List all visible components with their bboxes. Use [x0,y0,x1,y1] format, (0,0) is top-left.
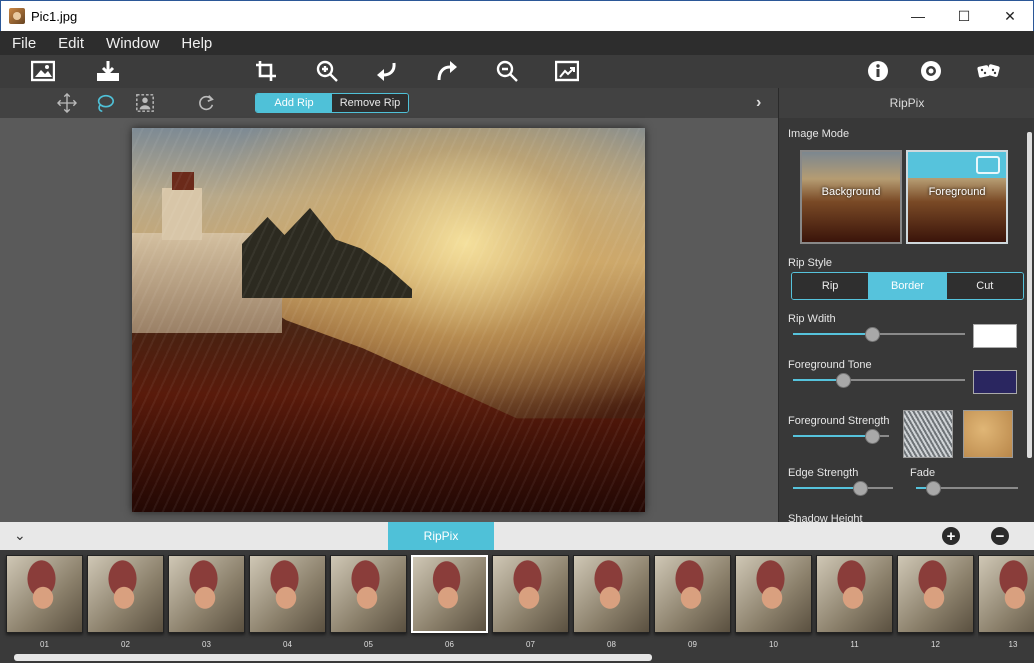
preset-thumbnail[interactable] [735,555,812,633]
slider-knob[interactable] [864,429,880,444]
rip-style-label: Rip Style [788,257,833,269]
bottom-bar: ⌄ RipPix + − [0,522,1034,550]
style-cut-button[interactable]: Cut [946,273,1023,299]
preset-item[interactable]: 03 [168,555,245,653]
foreground-strength-label: Foreground Strength [788,415,890,427]
panel-title: RipPix [779,88,1034,118]
rip-width-label: Rip Wdith [788,313,836,325]
slider-knob[interactable] [926,481,942,496]
random-icon[interactable] [975,59,1003,83]
rip-width-slider[interactable] [793,327,965,342]
preset-thumbnail[interactable] [897,555,974,633]
fade-slider[interactable] [916,481,1018,496]
fit-image-icon[interactable] [553,59,581,83]
rip-mode-toggle: Add Rip Remove Rip [255,93,409,113]
chevron-right-icon[interactable]: › [756,94,761,112]
preset-thumbnail[interactable] [573,555,650,633]
preset-item[interactable]: 13 [978,555,1034,653]
move-icon[interactable] [56,92,78,114]
remove-preset-button[interactable]: − [991,527,1009,545]
preset-thumbnail[interactable] [168,555,245,633]
undo-icon[interactable] [373,59,401,83]
preset-item[interactable]: 10 [735,555,812,653]
mode-foreground[interactable]: Foreground [906,150,1008,244]
rippix-panel: RipPix Image Mode Background Foreground … [778,88,1034,522]
add-rip-button[interactable]: Add Rip [256,94,332,112]
save-icon[interactable] [94,59,122,83]
edge-strength-slider[interactable] [793,481,893,496]
window-title: Pic1.jpg [31,8,78,24]
style-rip-button[interactable]: Rip [792,273,870,299]
preset-thumbnail[interactable] [492,555,569,633]
open-image-icon[interactable] [29,59,57,83]
preset-item[interactable]: 09 [654,555,731,653]
maximize-button[interactable]: ☐ [941,1,987,31]
menu-file[interactable]: File [12,35,36,52]
preset-thumbnail[interactable] [411,555,488,633]
preset-item[interactable]: 05 [330,555,407,653]
preset-item[interactable]: 08 [573,555,650,653]
foreground-tone-slider[interactable] [793,373,965,388]
panel-scrollbar[interactable] [1027,132,1032,458]
filmstrip-scrollbar[interactable] [14,654,652,661]
fade-label: Fade [910,467,936,479]
lasso-icon[interactable] [94,92,116,114]
foreground-strength-slider[interactable] [793,429,889,444]
menu-help[interactable]: Help [181,35,212,52]
menu-window[interactable]: Window [106,35,159,52]
menu-bar: File Edit Window Help [0,31,1034,55]
texture-paper[interactable] [963,410,1013,458]
preset-filmstrip: 01 02 03 04 05 06 07 08 09 10 11 12 13 [0,550,1034,663]
foreground-tone-color[interactable] [973,370,1017,394]
zoom-in-icon[interactable] [313,59,341,83]
zoom-out-icon[interactable] [493,59,521,83]
menu-edit[interactable]: Edit [58,35,84,52]
preset-item[interactable]: 11 [816,555,893,653]
style-border-button[interactable]: Border [869,273,947,299]
app-icon [9,8,25,24]
main-toolbar [0,55,1034,88]
preset-thumbnail[interactable] [87,555,164,633]
select-icon[interactable] [134,92,156,114]
preset-item[interactable]: 04 [249,555,326,653]
preset-item[interactable]: 07 [492,555,569,653]
preset-thumbnail[interactable] [6,555,83,633]
preset-thumbnail[interactable] [654,555,731,633]
preset-thumbnail[interactable] [978,555,1034,633]
crop-icon[interactable] [253,59,281,83]
minimize-button[interactable]: — [895,1,941,31]
reset-icon[interactable] [195,92,217,114]
foreground-tone-label: Foreground Tone [788,359,872,371]
shadow-height-label: Shadow Height [788,513,863,522]
tab-rippix[interactable]: RipPix [388,522,494,550]
slider-knob[interactable] [853,481,868,496]
redo-icon[interactable] [433,59,461,83]
rip-style-group: Rip Border Cut [791,272,1024,300]
preset-thumbnail[interactable] [330,555,407,633]
preset-thumbnail[interactable] [816,555,893,633]
title-bar: Pic1.jpg — ☐ ✕ [0,0,1034,31]
close-button[interactable]: ✕ [987,1,1033,31]
mode-background[interactable]: Background [800,150,902,244]
main-image[interactable] [132,128,645,512]
image-mode-label: Image Mode [788,128,850,140]
info-icon[interactable] [864,59,892,83]
slider-knob[interactable] [835,373,851,388]
slider-knob[interactable] [865,327,881,342]
preset-item-selected[interactable]: 06 [411,555,488,653]
collapse-icon[interactable]: ⌄ [14,527,26,544]
settings-icon[interactable] [917,59,945,83]
rip-width-color[interactable] [973,324,1017,348]
preset-item[interactable]: 01 [6,555,83,653]
preset-thumbnail[interactable] [249,555,326,633]
texture-lace[interactable] [903,410,953,458]
edge-strength-label: Edge Strength [788,467,859,479]
preset-item[interactable]: 12 [897,555,974,653]
camera-icon [976,156,1000,174]
preset-item[interactable]: 02 [87,555,164,653]
remove-rip-button[interactable]: Remove Rip [332,94,408,112]
add-preset-button[interactable]: + [942,527,960,545]
